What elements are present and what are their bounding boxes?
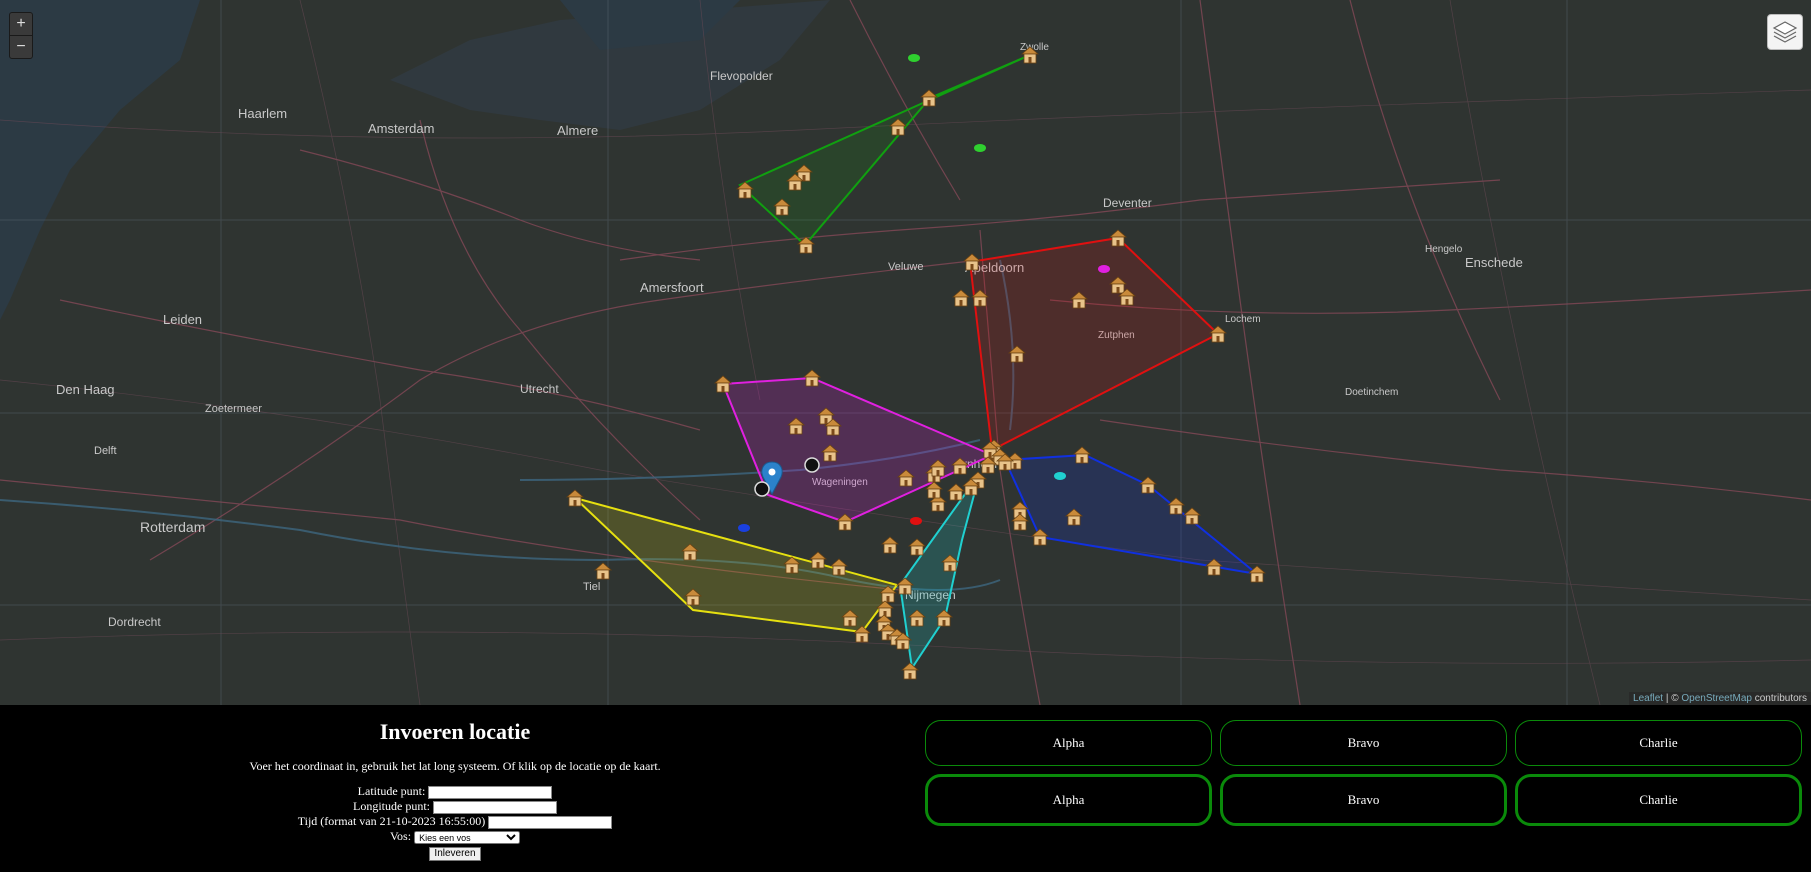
time-input[interactable] — [488, 815, 613, 829]
form-description: Voer het coordinaat in, gebruik het lat … — [249, 759, 661, 773]
checkpoint-house-icon[interactable] — [1166, 497, 1186, 515]
place-label: Hengelo — [1425, 244, 1463, 255]
osm-link[interactable]: OpenStreetMap — [1681, 693, 1752, 704]
zoom-control: + − — [9, 12, 33, 59]
latitude-label: Latitude punt: — [357, 784, 426, 798]
place-label: Den Haag — [56, 382, 115, 397]
checkpoint-house-icon[interactable] — [946, 483, 966, 501]
checkpoint-house-icon[interactable] — [1072, 446, 1092, 464]
checkpoint-house-icon[interactable] — [951, 289, 971, 307]
place-label: Veluwe — [888, 261, 923, 273]
place-label: Enschede — [1465, 255, 1523, 270]
checkpoint-house-icon[interactable] — [880, 536, 900, 554]
team-charlie-button[interactable]: Charlie — [1515, 720, 1802, 766]
time-row: Tijd (format van 21-10-2023 16:55:00) — [0, 814, 910, 829]
checkpoint-house-icon[interactable] — [1182, 507, 1202, 525]
team-row-2: Alpha Bravo Charlie — [925, 774, 1805, 826]
longitude-label: Longitude punt: — [353, 799, 430, 813]
checkpoint-house-icon[interactable] — [829, 558, 849, 576]
place-label: Flevopolder — [710, 69, 773, 83]
place-label: Delft — [94, 445, 117, 457]
location-form: Invoeren locatie Voer het coordinaat in,… — [0, 705, 910, 872]
checkpoint-house-icon[interactable] — [593, 562, 613, 580]
checkpoint-house-icon[interactable] — [802, 369, 822, 387]
map[interactable]: Haarlem Amsterdam Almere Flevopolder Leiden D… — [0, 0, 1811, 705]
place-label: Doetinchem — [1345, 387, 1398, 398]
place-label: Rotterdam — [140, 519, 205, 535]
vos-select[interactable]: Kies een vos — [414, 830, 521, 844]
time-label: Tijd (format van 21-10-2023 16:55:00) — [297, 814, 486, 828]
team-row-1: Alpha Bravo Charlie — [925, 720, 1805, 766]
area-green[interactable] — [738, 54, 1031, 247]
map-attribution: Leaflet | © OpenStreetMap contributors — [1629, 692, 1811, 705]
place-label: Amersfoort — [640, 280, 704, 295]
area-blue[interactable] — [1003, 453, 1261, 576]
leaflet-link[interactable]: Leaflet — [1633, 693, 1663, 704]
checkpoint-house-icon[interactable] — [1108, 229, 1128, 247]
team-bravo-button[interactable]: Bravo — [1220, 720, 1507, 766]
latitude-input[interactable] — [428, 785, 553, 799]
place-label: Deventer — [1103, 196, 1152, 210]
longitude-row: Longitude punt: — [0, 799, 910, 814]
place-label: Dordrecht — [108, 615, 161, 629]
latitude-row: Latitude punt: — [0, 784, 910, 799]
checkpoint-house-icon[interactable] — [1138, 476, 1158, 494]
checkpoint-house-icon[interactable] — [900, 662, 920, 680]
checkpoint-house-icon[interactable] — [565, 489, 585, 507]
place-label: Lochem — [1225, 314, 1261, 325]
checkpoint-house-icon[interactable] — [962, 253, 982, 271]
team-charlie-button[interactable]: Charlie — [1515, 774, 1802, 826]
submit-button[interactable]: Inleveren — [429, 847, 481, 861]
place-label: Leiden — [163, 312, 202, 327]
place-label: Utrecht — [520, 382, 559, 396]
map-canvas[interactable]: Haarlem Amsterdam Almere Flevopolder Leiden D… — [0, 0, 1811, 705]
zoom-in-button[interactable]: + — [10, 13, 32, 35]
zoom-out-button[interactable]: − — [10, 35, 32, 58]
vos-label: Vos: — [389, 829, 412, 843]
team-alpha-button[interactable]: Alpha — [925, 774, 1212, 826]
checkpoint-house-icon[interactable] — [808, 551, 828, 569]
checkpoint-house-icon[interactable] — [907, 538, 927, 556]
layers-icon — [1772, 21, 1798, 43]
checkpoint-house-icon[interactable] — [919, 89, 939, 107]
checkpoint-house-icon[interactable] — [713, 375, 733, 393]
place-label: Tiel — [583, 581, 600, 593]
place-label: Almere — [557, 123, 598, 138]
place-label: Zoetermeer — [205, 403, 262, 415]
longitude-input[interactable] — [433, 800, 557, 814]
place-label: Haarlem — [238, 106, 287, 121]
submit-row: Inleveren — [0, 845, 910, 861]
team-bravo-button[interactable]: Bravo — [1220, 774, 1507, 826]
vos-row: Vos: Kies een vos — [0, 829, 910, 844]
team-alpha-button[interactable]: Alpha — [925, 720, 1212, 766]
attribution-separator: | © — [1663, 693, 1682, 704]
place-label: Amsterdam — [368, 121, 434, 136]
layers-button[interactable] — [1767, 14, 1803, 50]
form-title: Invoeren locatie — [379, 719, 531, 744]
attribution-suffix: contributors — [1751, 693, 1807, 704]
